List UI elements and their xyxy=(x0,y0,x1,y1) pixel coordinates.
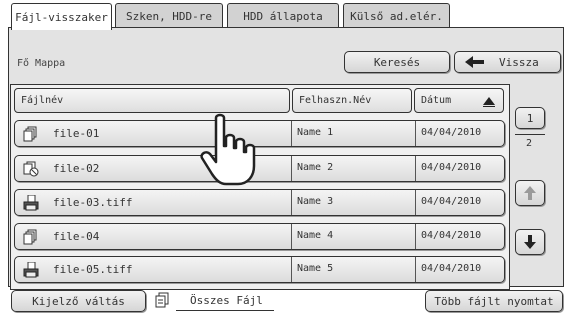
document-forbidden-icon xyxy=(23,161,39,177)
file-date: 04/04/2010 xyxy=(421,263,482,274)
file-date: 04/04/2010 xyxy=(421,230,482,241)
file-list-icon xyxy=(155,292,169,308)
back-label: Vissza xyxy=(499,55,539,69)
stack-document-icon xyxy=(23,126,37,142)
divider xyxy=(415,190,416,215)
tab-external-access[interactable]: Külső ad.elér. xyxy=(343,3,450,28)
divider xyxy=(415,156,416,181)
divider xyxy=(415,257,416,282)
total-pages: 2 xyxy=(526,138,533,149)
file-user: Name 3 xyxy=(297,196,334,207)
divider xyxy=(291,224,292,249)
file-user: Name 4 xyxy=(297,230,334,241)
file-user: Name 1 xyxy=(297,127,334,138)
stack-document-icon xyxy=(23,229,37,245)
search-button[interactable]: Keresés xyxy=(344,51,450,73)
tab-hdd-status[interactable]: HDD állapota xyxy=(227,3,339,28)
tab-file-retrieve[interactable]: Fájl-visszaker xyxy=(11,3,112,30)
current-page: 1 xyxy=(526,111,534,125)
file-name: file-05.tiff xyxy=(53,263,133,276)
file-date: 04/04/2010 xyxy=(421,196,482,207)
back-button[interactable]: Vissza xyxy=(454,51,561,73)
hand-pointer-icon xyxy=(200,113,256,186)
column-header-username[interactable]: Felhaszn.Név xyxy=(292,88,412,113)
status-underline xyxy=(176,310,274,311)
column-filename-label: Fájlnév xyxy=(21,95,64,106)
file-user: Name 2 xyxy=(297,162,334,173)
scroll-down-button[interactable] xyxy=(515,229,545,255)
file-name: file-02 xyxy=(53,162,100,175)
divider xyxy=(291,121,292,146)
file-name: file-01 xyxy=(53,127,100,140)
file-user: Name 5 xyxy=(297,263,334,274)
column-username-label: Felhaszn.Név xyxy=(299,95,372,106)
arrow-down-icon xyxy=(524,235,536,249)
column-date-label: Dátum xyxy=(421,95,452,106)
scroll-up-button[interactable] xyxy=(515,180,545,206)
arrow-up-icon xyxy=(524,186,536,200)
file-row[interactable]: file-03.tiff Name 3 04/04/2010 xyxy=(14,189,505,216)
arrow-left-icon xyxy=(465,56,484,68)
divider xyxy=(291,190,292,215)
page-number-button[interactable]: 1 xyxy=(515,107,545,129)
divider xyxy=(291,156,292,181)
file-date: 04/04/2010 xyxy=(421,127,482,138)
divider xyxy=(415,121,416,146)
printer-icon xyxy=(23,195,39,211)
column-header-filename[interactable]: Fájlnév xyxy=(14,88,290,113)
printer-icon xyxy=(23,262,39,278)
display-toggle-button[interactable]: Kijelző váltás xyxy=(11,290,146,312)
file-row[interactable]: file-04 Name 4 04/04/2010 xyxy=(14,223,505,250)
file-row[interactable]: file-05.tiff Name 5 04/04/2010 xyxy=(14,256,505,283)
sort-ascending-icon xyxy=(483,97,495,107)
divider xyxy=(291,257,292,282)
file-name: file-04 xyxy=(53,230,100,243)
file-name: file-03.tiff xyxy=(53,196,133,209)
page-divider xyxy=(515,134,545,135)
tab-scan-to-hdd[interactable]: Szken, HDD-re xyxy=(115,3,223,28)
file-date: 04/04/2010 xyxy=(421,162,482,173)
folder-label: Fő Mappa xyxy=(17,58,66,69)
all-files-label: Összes Fájl xyxy=(190,294,263,307)
print-multiple-files-button[interactable]: Több fájlt nyomtat xyxy=(425,290,563,312)
divider xyxy=(415,224,416,249)
column-header-date[interactable]: Dátum xyxy=(414,88,504,113)
